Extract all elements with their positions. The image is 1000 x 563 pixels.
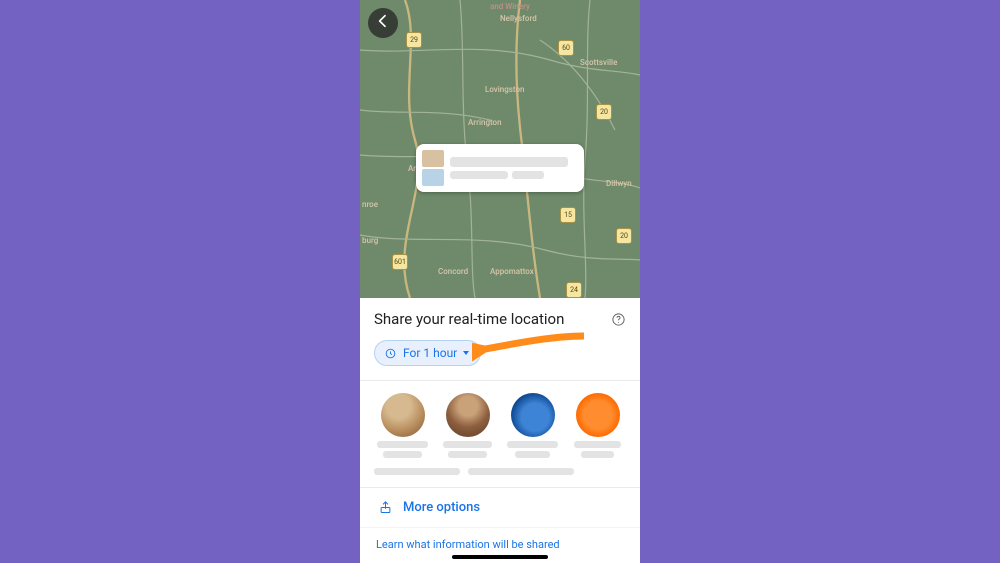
route-shield: 20: [616, 228, 632, 244]
chevron-down-icon: [463, 351, 469, 355]
map-label: Appomattox: [490, 267, 534, 276]
contact-item[interactable]: [569, 393, 626, 458]
route-shield: 15: [560, 207, 576, 223]
route-shield: 20: [596, 104, 612, 120]
avatar: [446, 393, 490, 437]
contact-item[interactable]: [504, 393, 561, 458]
duration-selector[interactable]: For 1 hour: [374, 340, 481, 366]
more-options-label: More options: [403, 500, 480, 515]
duration-label: For 1 hour: [403, 346, 457, 360]
route-shield: 60: [558, 40, 574, 56]
contact-suggestions: [374, 381, 626, 462]
avatar: [511, 393, 555, 437]
current-location-card[interactable]: [416, 144, 584, 192]
callout-arrow: [472, 330, 592, 366]
chevron-left-icon: [375, 13, 391, 33]
contact-item[interactable]: [439, 393, 496, 458]
location-thumbnail: [422, 150, 444, 186]
map-label: Concord: [438, 267, 468, 276]
route-shield: 24: [566, 282, 582, 298]
map-label: Dillwyn: [606, 179, 632, 188]
map-label: and Winery: [490, 2, 530, 11]
map-label: burg: [362, 236, 378, 245]
contact-email-row: [374, 468, 626, 477]
map-label: Arrington: [468, 118, 502, 127]
back-button[interactable]: [368, 8, 398, 38]
contact-item[interactable]: [374, 393, 431, 458]
route-shield: 601: [392, 254, 408, 270]
clock-icon: [384, 347, 397, 360]
map-label: Nellysford: [500, 14, 537, 23]
share-title: Share your real-time location: [374, 310, 564, 328]
home-indicator: [452, 555, 548, 559]
map-label: nroe: [362, 200, 378, 209]
more-options-button[interactable]: More options: [374, 488, 626, 527]
avatar: [381, 393, 425, 437]
share-icon: [378, 500, 393, 515]
map-label: Scottsville: [580, 58, 617, 67]
map-label: Lovingston: [485, 85, 524, 94]
avatar: [576, 393, 620, 437]
help-icon[interactable]: [611, 312, 626, 327]
share-sheet: Share your real-time location For 1 hour: [360, 298, 640, 561]
map-view[interactable]: and Winery Nellysford Scottsville Loving…: [360, 0, 640, 298]
phone-frame: and Winery Nellysford Scottsville Loving…: [360, 0, 640, 563]
route-shield: 29: [406, 32, 422, 48]
